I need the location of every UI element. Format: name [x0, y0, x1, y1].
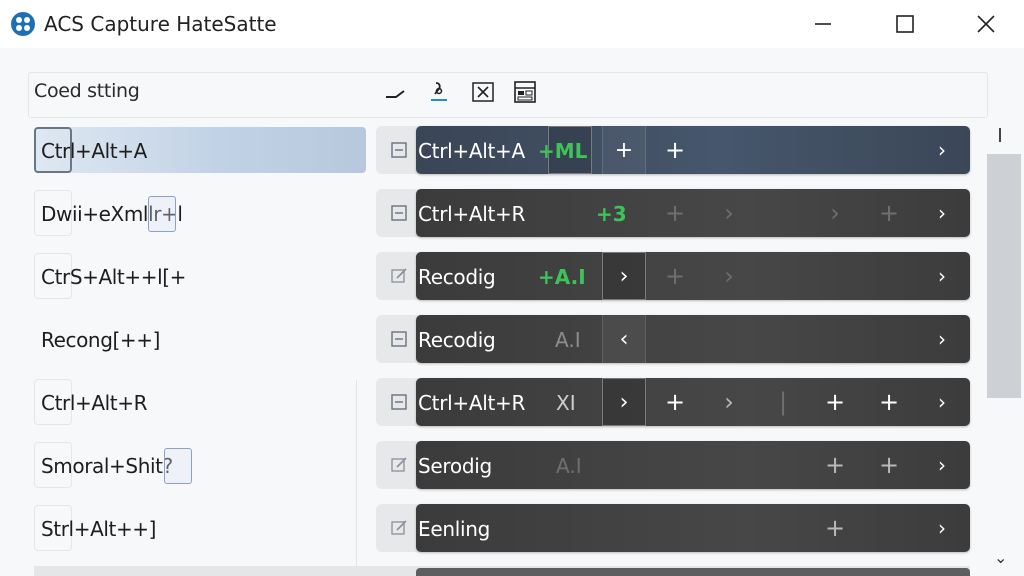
list-icon [391, 331, 407, 347]
confirm-tool-button[interactable] [378, 76, 412, 108]
app-logo-icon [11, 12, 35, 36]
scroll-caret-icon [999, 128, 1001, 142]
key-chip[interactable] [148, 196, 176, 232]
action-label: Eenling [418, 517, 491, 541]
shortcut-label: Recong[++] [41, 328, 161, 352]
close-button[interactable] [966, 6, 1006, 42]
title-bar: ACS Capture HateSatte [0, 0, 1024, 48]
edit-icon [391, 268, 407, 283]
chevron-right-icon[interactable]: › [930, 315, 954, 363]
prev-segment[interactable]: ‹ [602, 315, 646, 363]
plus-icon[interactable]: + [660, 378, 690, 426]
maximize-button[interactable] [885, 6, 925, 42]
section-label: Coed stting [34, 80, 140, 102]
chevron-right-icon[interactable]: › [930, 126, 954, 174]
tag-label: XI [556, 391, 576, 415]
list-icon [391, 205, 407, 221]
shortcut-label: CtrS+Alt++l[+ [41, 265, 186, 289]
separator-glyph: | [778, 388, 788, 416]
edit-icon [391, 457, 407, 472]
chevron-right-icon[interactable]: › [930, 252, 954, 300]
tag-label: A.I [556, 454, 582, 478]
edit-pen-icon [431, 82, 447, 101]
plus-icon: + [614, 137, 634, 163]
list-icon [391, 142, 407, 158]
action-bar[interactable] [416, 252, 970, 300]
tag-label: +ML [538, 139, 588, 163]
maximize-icon [896, 15, 914, 33]
plus-icon[interactable]: + [874, 441, 904, 489]
next-segment[interactable]: › [602, 378, 646, 426]
plus-icon[interactable]: + [660, 189, 690, 237]
list-icon [391, 394, 407, 410]
close-icon [977, 15, 995, 33]
plus-icon[interactable]: + [660, 252, 690, 300]
chevron-right-icon[interactable]: › [714, 378, 744, 426]
edit-tool-button[interactable] [422, 76, 456, 108]
action-label: Recodig [418, 265, 496, 289]
next-segment[interactable]: › [602, 252, 646, 300]
grid-settings-tool-button[interactable] [508, 76, 542, 108]
delete-box-icon [472, 82, 494, 102]
column-divider [356, 380, 357, 570]
action-label: Ctrl+Alt+R [418, 202, 526, 226]
tag-label: +A.I [538, 265, 586, 289]
chevron-right-icon[interactable]: › [930, 378, 954, 426]
plus-icon[interactable]: + [874, 378, 904, 426]
key-chip[interactable] [164, 448, 192, 484]
minimize-icon [815, 23, 831, 25]
plus-icon[interactable]: + [820, 441, 850, 489]
grid-settings-icon [514, 81, 536, 103]
plus-icon[interactable]: + [660, 126, 690, 174]
action-bar[interactable] [416, 315, 970, 363]
shortcut-label: Smoral+Shit? [41, 454, 173, 478]
shortcut-label: Ctrl+Alt+A [41, 139, 147, 163]
partial-action-bar [416, 568, 970, 576]
chevron-right-icon[interactable]: › [930, 504, 954, 552]
scrollbar-thumb[interactable] [987, 154, 1021, 398]
chevron-left-icon: ‹ [619, 326, 629, 352]
shortcut-label: Ctrl+Alt+R [41, 391, 148, 415]
check-icon [386, 90, 405, 98]
action-label: Ctrl+Alt+A [418, 139, 525, 163]
chevron-right-icon[interactable]: › [714, 189, 744, 237]
chevron-right-icon[interactable]: › [714, 252, 744, 300]
tag-label: A.I [555, 328, 581, 352]
plus-icon[interactable]: + [874, 189, 904, 237]
minimize-button[interactable] [803, 6, 843, 42]
action-label: Serodig [418, 454, 492, 478]
chevron-right-icon: › [619, 389, 629, 415]
delete-tool-button[interactable] [466, 76, 500, 108]
shortcut-label: Strl+Alt++] [41, 517, 157, 541]
chevron-right-icon[interactable]: › [930, 189, 954, 237]
chevron-right-icon[interactable]: › [930, 441, 954, 489]
add-segment[interactable]: + [602, 126, 646, 174]
action-bar[interactable] [416, 504, 970, 552]
window-title: ACS Capture HateSatte [44, 12, 277, 36]
action-label: Ctrl+Alt+R [418, 391, 526, 415]
chevron-right-icon: › [619, 263, 629, 289]
tag-label: +3 [596, 202, 627, 226]
edit-icon [391, 520, 407, 535]
action-label: Recodig [418, 328, 496, 352]
chevron-right-icon[interactable]: › [820, 189, 850, 237]
scroll-down-icon[interactable]: ⌄ [994, 548, 1007, 567]
plus-icon[interactable]: + [820, 378, 850, 426]
plus-icon[interactable]: + [820, 504, 850, 552]
